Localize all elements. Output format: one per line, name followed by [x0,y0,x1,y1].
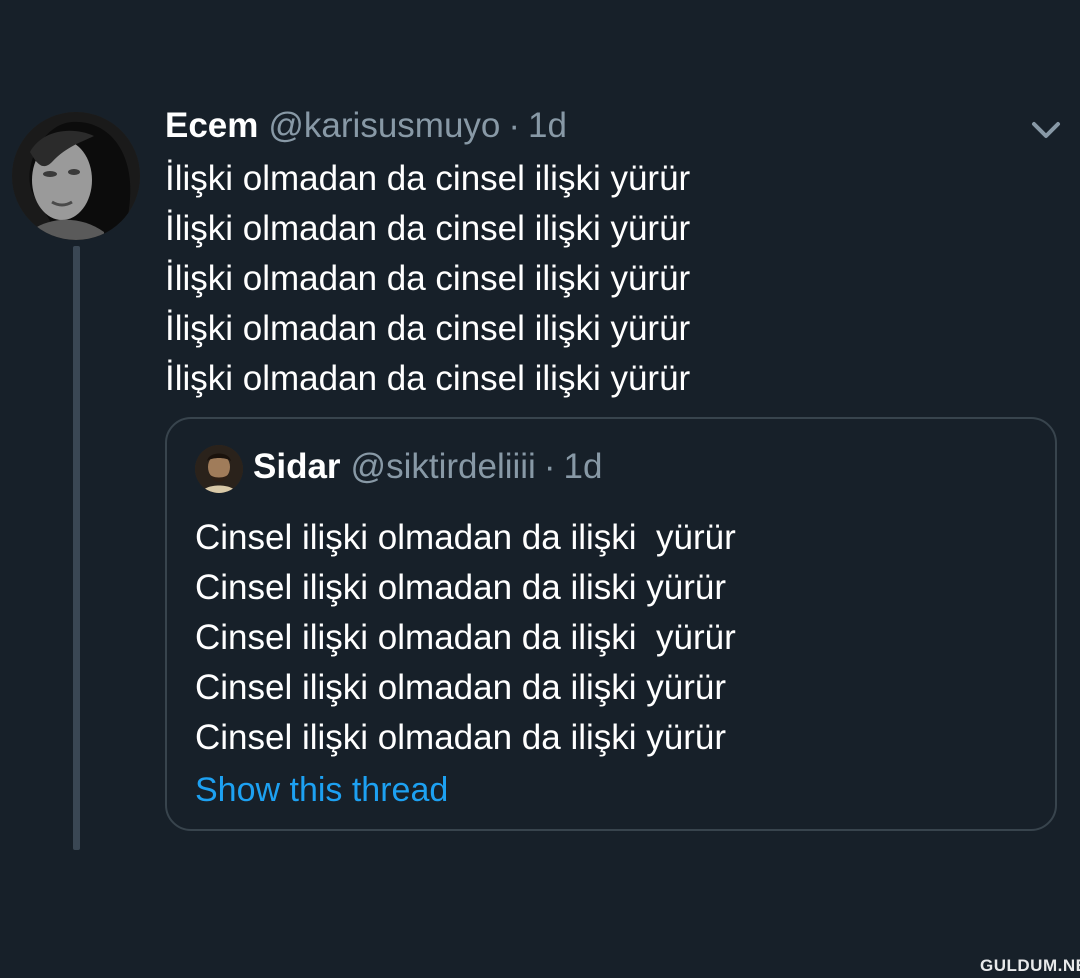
tweet-line: İlişki olmadan da cinsel ilişki yürür [165,154,690,204]
quoted-line: Cinsel ilişki olmadan da ilişki yürür [195,513,736,563]
tweet: Ecem @karisusmuyo · 1d İlişki olmadan da… [0,0,1080,978]
tweet-line: İlişki olmadan da cinsel ilişki yürür [165,204,690,254]
quoted-avatar-image [195,445,243,493]
quoted-tweet-text: Cinsel ilişki olmadan da ilişki yürür Ci… [195,513,736,763]
tweet-header: Ecem @karisusmuyo · 1d [165,106,567,150]
user-handle[interactable]: @karisusmuyo [268,106,500,146]
tweet-text: İlişki olmadan da cinsel ilişki yürür İl… [165,154,690,404]
chevron-down-icon[interactable] [1028,116,1064,144]
quoted-tweet-card[interactable]: Sidar @siktirdeliiii · 1d Cinsel ilişki … [165,417,1057,831]
quoted-timestamp[interactable]: 1d [563,447,602,487]
timestamp[interactable]: 1d [528,106,567,146]
quoted-avatar[interactable] [195,445,243,493]
watermark: GULDUM.NET [980,956,1080,976]
avatar[interactable] [12,112,140,240]
quoted-user-handle[interactable]: @siktirdeliiii [351,447,536,487]
tweet-line: İlişki olmadan da cinsel ilişki yürür [165,254,690,304]
thread-line [73,246,80,850]
quoted-line: Cinsel ilişki olmadan da ilişki yürür [195,663,736,713]
quoted-display-name[interactable]: Sidar [253,447,341,487]
quoted-line: Cinsel ilişki olmadan da ilişki yürür [195,613,736,663]
separator-dot: · [544,447,556,487]
separator-dot: · [508,106,520,146]
tweet-line: İlişki olmadan da cinsel ilişki yürür [165,304,690,354]
display-name[interactable]: Ecem [165,106,258,146]
tweet-line: İlişki olmadan da cinsel ilişki yürür [165,354,690,404]
show-thread-link[interactable]: Show this thread [195,771,448,810]
quoted-line: Cinsel ilişki olmadan da ilişki yürür [195,713,736,763]
avatar-image [12,112,140,240]
quoted-line: Cinsel ilişki olmadan da iliski yürür [195,563,736,613]
quoted-header: Sidar @siktirdeliiii · 1d [253,447,602,491]
